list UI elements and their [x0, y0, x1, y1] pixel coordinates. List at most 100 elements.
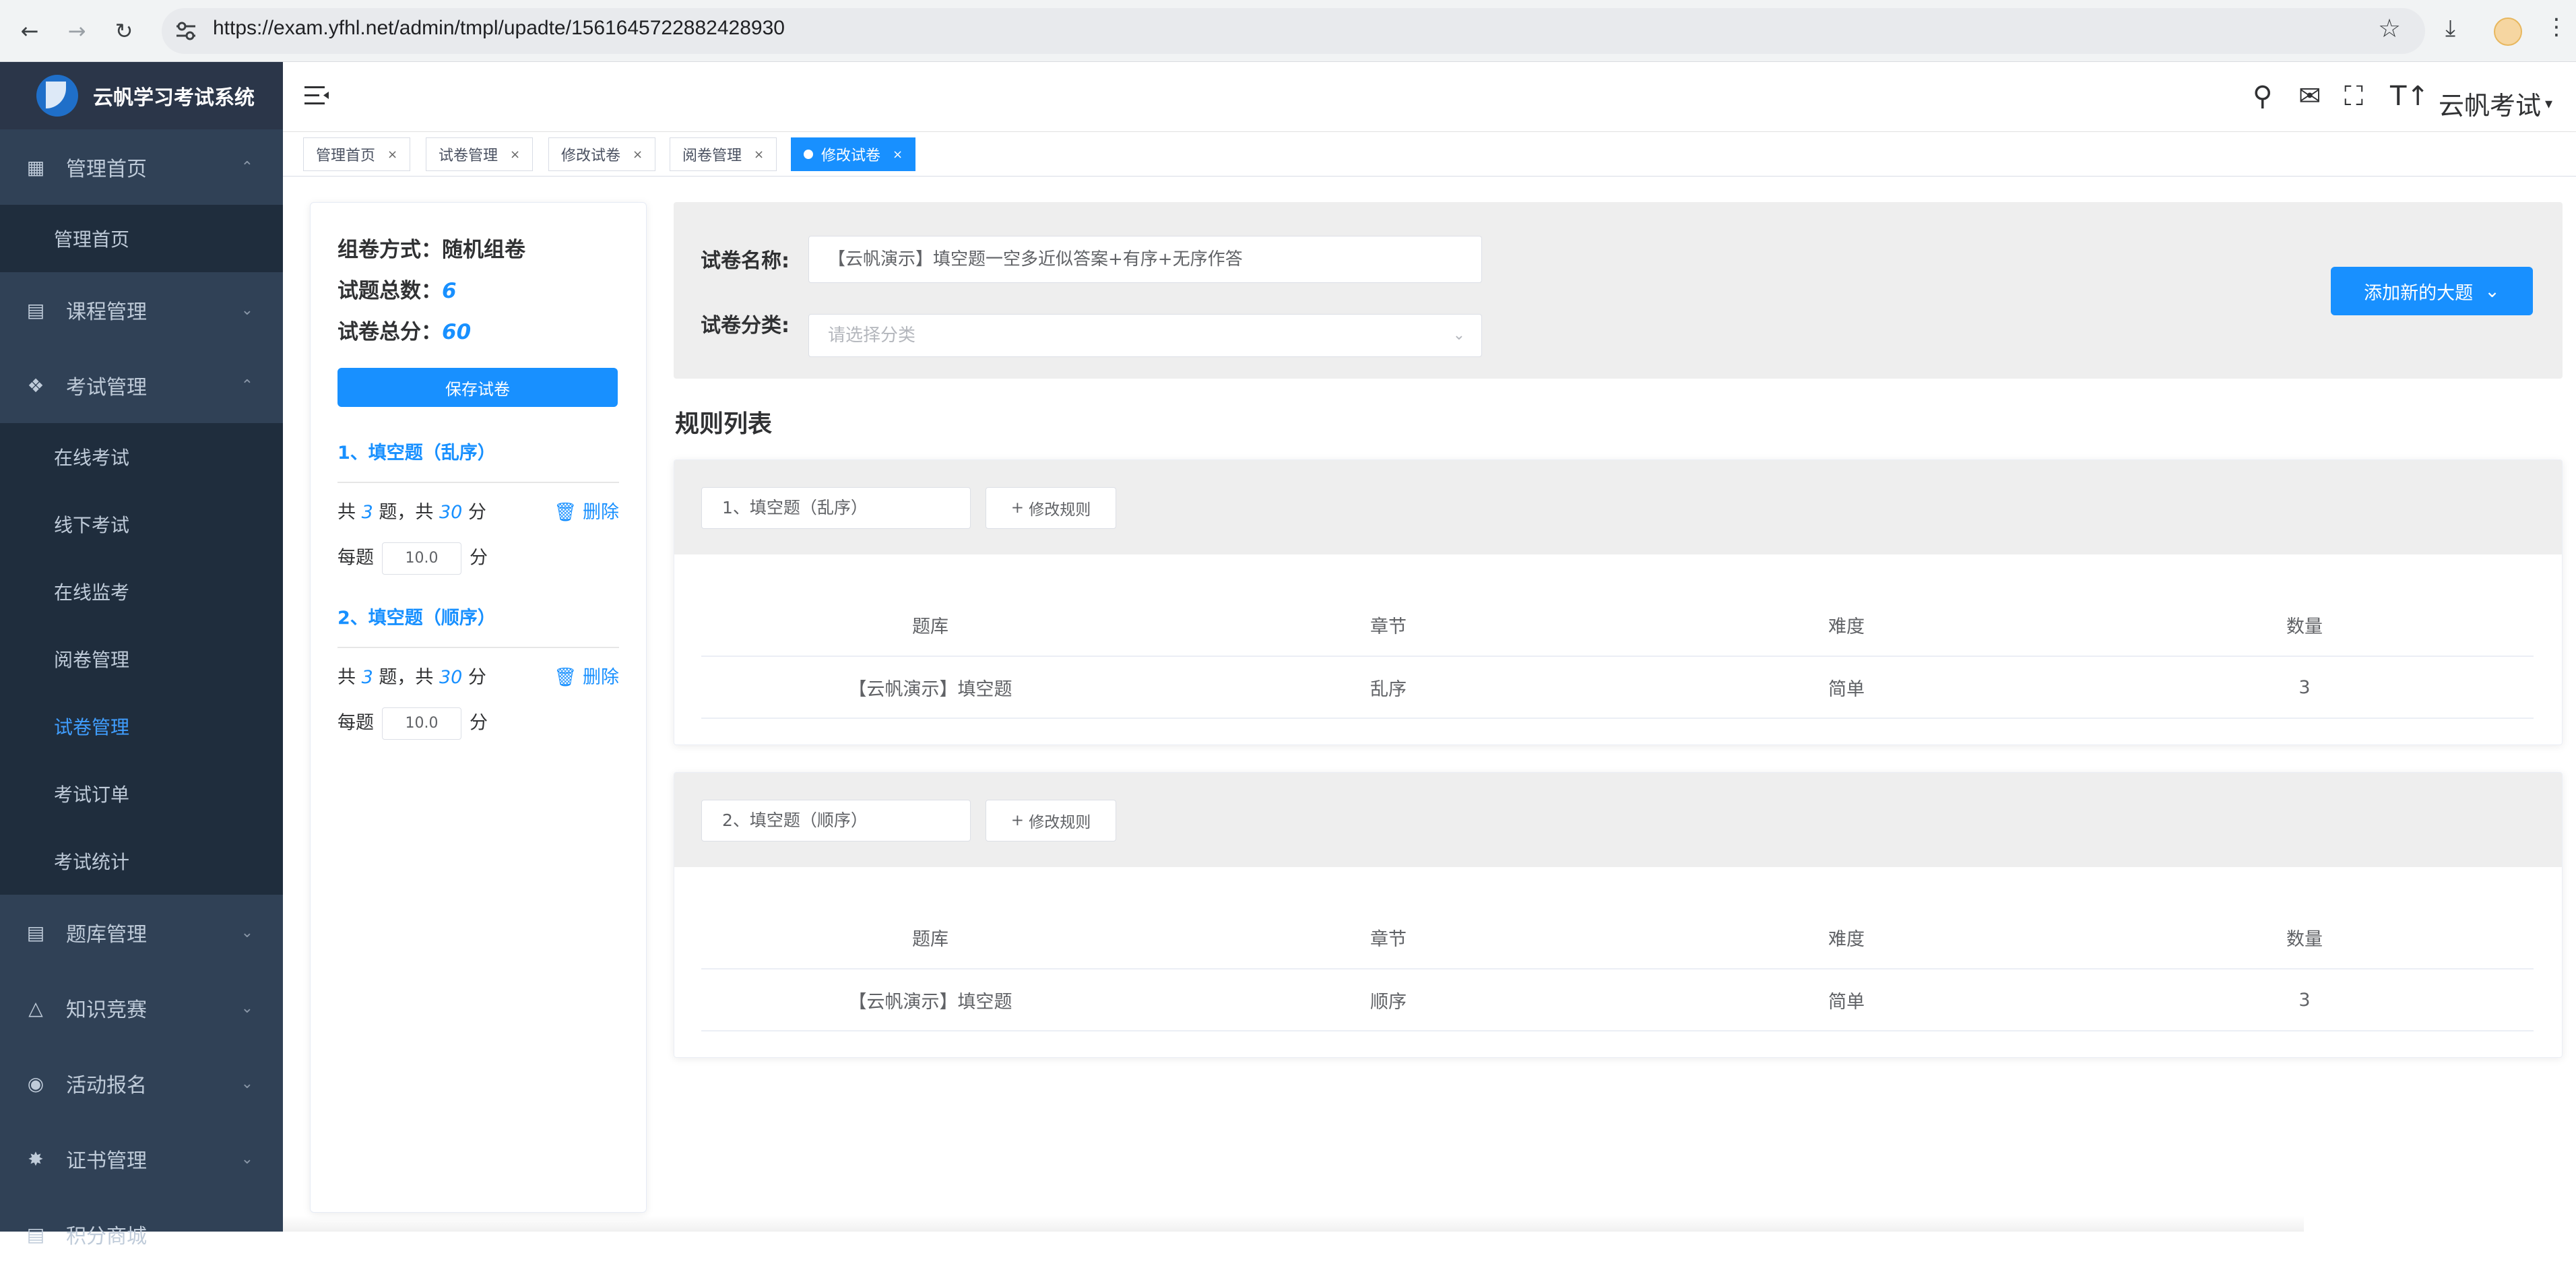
menu-label: 积分商城	[66, 1225, 147, 1248]
submenu-home[interactable]: 管理首页	[0, 205, 283, 272]
submenu-proctoring[interactable]: 在线监考	[0, 558, 283, 625]
browser-menu-icon[interactable]: ⋮	[2545, 13, 2568, 40]
tag-edit-paper[interactable]: 修改试卷 ×	[548, 137, 656, 171]
submenu-offline-exam[interactable]: 线下考试	[0, 490, 283, 558]
menu-activity[interactable]: ◉ 活动报名 ⌄	[0, 1046, 283, 1121]
rule-name-input[interactable]: 2、填空题（顺序）	[701, 800, 971, 841]
per-question-row: 每题 10.0 分	[337, 707, 619, 740]
close-icon[interactable]: ×	[893, 148, 903, 162]
plus-icon: +	[1010, 812, 1029, 829]
question-count-value: 6	[442, 279, 457, 303]
group-stats: 共 3 题，共 30 分 🗑 删除	[337, 663, 619, 693]
tag-paper-manage[interactable]: 试卷管理 ×	[426, 137, 534, 171]
group-score: 30	[439, 502, 463, 523]
tag-marking[interactable]: 阅卷管理 ×	[670, 137, 777, 171]
chevron-up-icon: ⌃	[240, 377, 253, 394]
edit-rule-button[interactable]: + 修改规则	[986, 487, 1116, 529]
download-icon[interactable]: ⤓	[2445, 15, 2455, 42]
font-size-icon[interactable]: T↑	[2390, 81, 2429, 112]
collapse-menu-icon[interactable]	[304, 85, 329, 106]
url-text[interactable]: https://exam.yfhl.net/admin/tmpl/upadte/…	[213, 17, 785, 40]
total-score-value: 60	[442, 320, 472, 344]
submenu-marking[interactable]: 阅卷管理	[0, 625, 283, 693]
paper-form: 试卷名称: 【云帆演示】填空题一空多近似答案+有序+无序作答 试卷分类: 请选择…	[674, 202, 2563, 379]
close-icon[interactable]: ×	[510, 148, 520, 162]
rule-table: 题库 章节 难度 数量 【云帆演示】填空题 乱序 简单 3	[701, 554, 2534, 719]
delete-group-button[interactable]: 🗑 删除	[554, 663, 619, 693]
menu-question-bank[interactable]: ▤ 题库管理 ⌄	[0, 895, 283, 970]
group-title[interactable]: 1、填空题（乱序）	[337, 438, 619, 483]
cell-chapter: 乱序	[1370, 678, 1407, 700]
message-icon[interactable]: ✉	[2298, 81, 2321, 112]
save-paper-button[interactable]: 保存试卷	[337, 368, 618, 407]
site-settings-icon[interactable]	[174, 19, 198, 43]
user-name[interactable]: 云帆考试	[2439, 85, 2541, 122]
menu-exam[interactable]: ❖ 考试管理 ⌃	[0, 348, 283, 423]
submenu-online-exam[interactable]: 在线考试	[0, 423, 283, 490]
menu-label: 知识竞赛	[66, 998, 147, 1022]
menu-course[interactable]: ▤ 课程管理 ⌄	[0, 272, 283, 348]
menu-dashboard[interactable]: ▦ 管理首页 ⌃	[0, 129, 283, 205]
profile-avatar[interactable]	[2494, 18, 2522, 46]
paper-name-input[interactable]: 【云帆演示】填空题一空多近似答案+有序+无序作答	[808, 236, 1482, 283]
rule-header: 1、填空题（乱序） + 修改规则	[674, 460, 2562, 554]
rule-name-input[interactable]: 1、填空题（乱序）	[701, 487, 971, 529]
table-row: 【云帆演示】填空题 乱序 简单 3	[701, 657, 2534, 719]
app-logo	[36, 75, 78, 117]
menu-label: 证书管理	[66, 1149, 147, 1173]
cell-chapter: 顺序	[1370, 991, 1407, 1013]
rules-title: 规则列表	[675, 410, 773, 438]
submenu-statistics[interactable]: 考试统计	[0, 827, 283, 895]
delete-label: 删除	[583, 502, 619, 523]
edit-rule-button[interactable]: + 修改规则	[986, 800, 1116, 841]
question-count: 试题总数：6	[337, 274, 619, 304]
add-section-button[interactable]: 添加新的大题 ⌄	[2331, 267, 2533, 315]
close-icon[interactable]: ×	[633, 148, 643, 162]
per-score-input[interactable]: 10.0	[382, 542, 461, 575]
rule-header: 2、填空题（顺序） + 修改规则	[674, 773, 2562, 867]
table-header: 题库 章节 难度 数量	[701, 554, 2534, 657]
menu-points-mall[interactable]: ▤ 积分商城	[0, 1197, 283, 1272]
column-header: 章节	[1370, 928, 1407, 950]
caret-down-icon[interactable]: ▾	[2545, 96, 2552, 113]
unit-label: 分	[470, 547, 488, 569]
delete-group-button[interactable]: 🗑 删除	[554, 498, 619, 528]
per-score-input[interactable]: 10.0	[382, 707, 461, 740]
rule-card: 2、填空题（顺序） + 修改规则 题库 章节 难度 数量 【云帆演示】填空题 顺…	[674, 772, 2563, 1058]
menu-contest[interactable]: △ 知识竞赛 ⌄	[0, 970, 283, 1046]
menu-certificate[interactable]: ✸ 证书管理 ⌄	[0, 1121, 283, 1197]
column-header: 难度	[1828, 616, 1865, 637]
question-count-label: 试题总数：	[337, 279, 442, 303]
cell-quantity: 3	[2298, 989, 2311, 1011]
tag-label: 试卷管理	[439, 148, 498, 164]
table-row: 【云帆演示】填空题 顺序 简单 3	[701, 969, 2534, 1031]
reload-icon[interactable]: ↻	[108, 15, 140, 47]
trash-icon: 🗑	[554, 667, 577, 688]
tag-edit-paper-active[interactable]: 修改试卷 ×	[791, 137, 916, 171]
menu-label: 题库管理	[66, 923, 147, 947]
sidebar-logo-row[interactable]: 云帆学习考试系统	[0, 62, 283, 129]
close-icon[interactable]: ×	[754, 148, 764, 162]
search-icon[interactable]: ⚲	[2253, 81, 2272, 112]
back-icon[interactable]: ←	[13, 15, 46, 47]
fullscreen-icon[interactable]: ⛶	[2344, 81, 2363, 112]
group-count: 3	[361, 502, 373, 523]
edit-rule-label: 修改规则	[1029, 814, 1091, 831]
monitor-icon: ▤	[26, 298, 45, 321]
submenu-papers[interactable]: 试卷管理	[0, 693, 283, 760]
column-header: 难度	[1828, 928, 1865, 950]
group-title[interactable]: 2、填空题（顺序）	[337, 603, 619, 648]
submenu-orders[interactable]: 考试订单	[0, 760, 283, 827]
paper-category-select[interactable]: 请选择分类 ⌄	[808, 314, 1482, 357]
close-icon[interactable]: ×	[387, 148, 397, 162]
main-content: 组卷方式：随机组卷 试题总数：6 试卷总分：60 保存试卷 1、填空题（乱序） …	[283, 177, 2576, 1232]
cell-quantity: 3	[2298, 676, 2311, 698]
edit-rule-label: 修改规则	[1029, 501, 1091, 519]
tag-home[interactable]: 管理首页 ×	[303, 137, 411, 171]
bookmark-star-icon[interactable]: ☆	[2378, 13, 2401, 43]
chevron-down-icon: ⌄	[240, 1075, 253, 1092]
cell-difficulty: 简单	[1828, 991, 1865, 1013]
tag-label: 修改试卷	[821, 148, 881, 164]
forward-icon[interactable]: →	[61, 15, 93, 47]
group-score: 30	[439, 667, 463, 688]
